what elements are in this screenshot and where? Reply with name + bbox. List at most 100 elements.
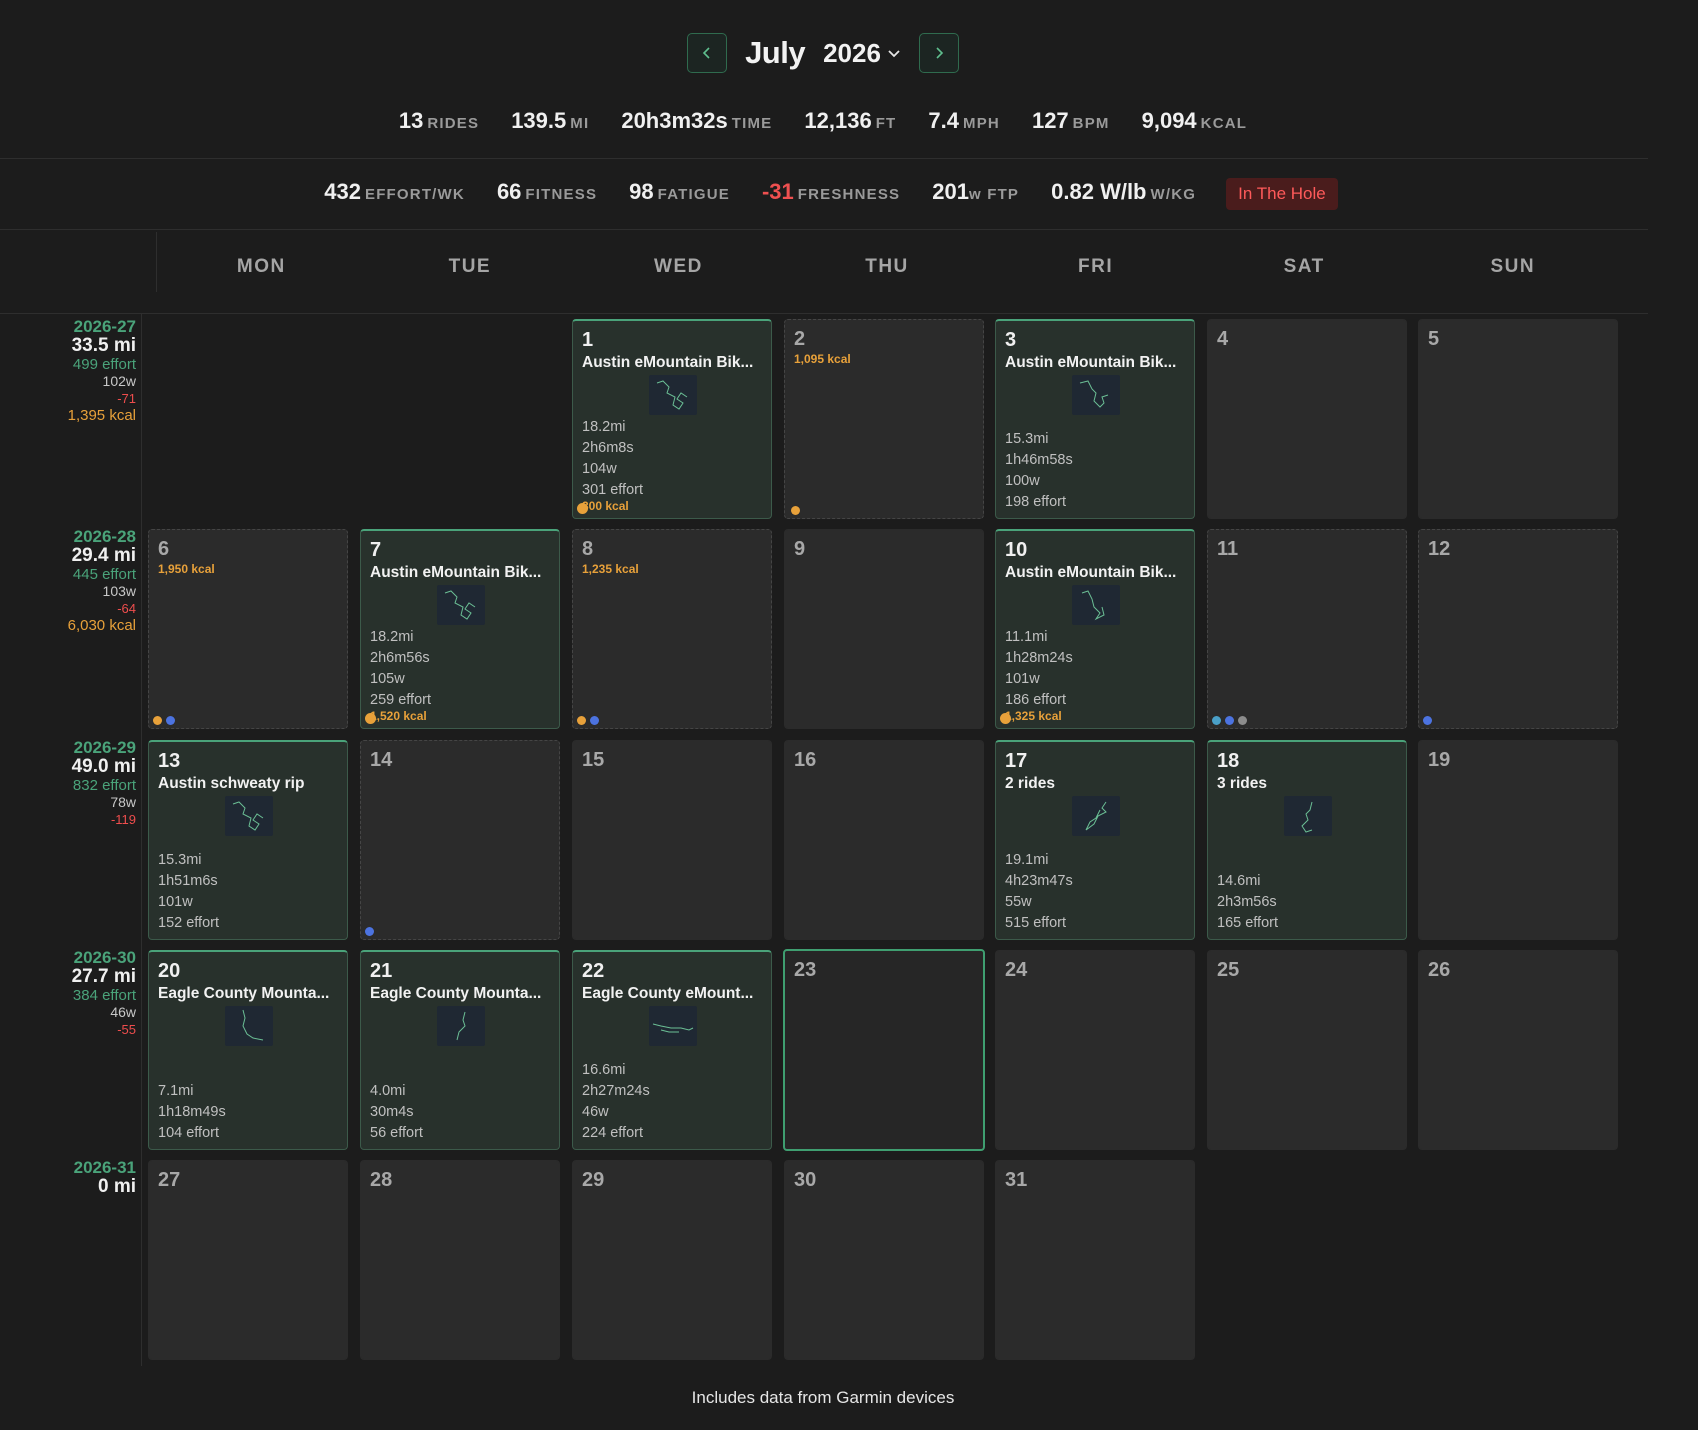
day-cell[interactable]: 5 xyxy=(1418,319,1618,519)
week-miles: 49.0 mi xyxy=(71,756,136,777)
activity-dot xyxy=(577,503,588,514)
day-cell[interactable]: 28 xyxy=(360,1160,560,1360)
activity-dot xyxy=(1212,716,1221,725)
activity-dot xyxy=(365,713,376,724)
week-summary[interactable]: 2026-28 29.4 mi 445 effort 103w -64 6,03… xyxy=(0,528,136,634)
day-number: 1 xyxy=(582,329,594,351)
week-freshness: -71 xyxy=(117,391,136,406)
ride-title: Austin schweaty rip xyxy=(158,775,305,792)
activity-dots xyxy=(1423,716,1432,725)
day-cell[interactable]: 15 xyxy=(572,740,772,940)
day-cell[interactable]: 18 3 rides 14.6mi 2h3m56s 165 effort xyxy=(1207,740,1407,940)
day-cell[interactable]: 31 xyxy=(995,1160,1195,1360)
day-cell[interactable]: 29 xyxy=(572,1160,772,1360)
day-cell[interactable]: 22 Eagle County eMount... 16.6mi 2h27m24s… xyxy=(572,950,772,1150)
stat-fitness: 66 FITNESS xyxy=(496,179,598,204)
chevron-right-icon xyxy=(936,47,944,59)
week-summary[interactable]: 2026-30 27.7 mi 384 effort 46w -55 xyxy=(0,949,136,1038)
day-number: 19 xyxy=(1428,749,1451,771)
weekday-sat: SAT xyxy=(1283,256,1325,277)
day-cell[interactable]: 17 2 rides 19.1mi 4h23m47s 55w 515 effort xyxy=(995,740,1195,940)
day-cell[interactable]: 10 Austin eMountain Bik... 11.1mi 1h28m24… xyxy=(995,529,1195,729)
week-effort: 499 effort xyxy=(72,356,136,373)
day-cell[interactable]: 7 Austin eMountain Bik... 18.2mi 2h6m56s 1… xyxy=(360,529,560,729)
day-cell[interactable]: 24 xyxy=(995,950,1195,1150)
day-cell[interactable]: 26 xyxy=(1418,950,1618,1150)
ride-stats: 4.0mi 30m4s 56 effort xyxy=(370,1083,423,1141)
day-number: 3 xyxy=(1005,329,1017,351)
day-cell[interactable]: 20 Eagle County Mounta... 7.1mi 1h18m49s 1… xyxy=(148,950,348,1150)
weekday-header: MON TUE WED THU FRI SAT SUN xyxy=(156,232,1617,292)
next-month-button[interactable] xyxy=(918,33,959,73)
activity-dot xyxy=(1225,716,1234,725)
day-cell[interactable]: 6 1,950 kcal xyxy=(148,529,348,729)
day-cell[interactable]: 3 Austin eMountain Bik... 15.3mi 1h46m58s… xyxy=(995,319,1195,519)
day-cell[interactable]: 19 xyxy=(1418,740,1618,940)
previous-month-button[interactable] xyxy=(687,33,728,73)
week-summary[interactable]: 2026-31 0 mi xyxy=(0,1159,136,1197)
week-summary[interactable]: 2026-29 49.0 mi 832 effort 78w -119 xyxy=(0,739,136,828)
monthly-stats: 13 RIDES 139.5 MI 20h3m32s TIME 12,136 FT 7.… xyxy=(0,108,1646,134)
stat-fatigue: 98 FATIGUE xyxy=(629,179,730,204)
day-cell[interactable]: 12 xyxy=(1418,529,1618,729)
stat-speed: 7.4 MPH xyxy=(928,108,1000,133)
day-cell-today[interactable]: 23 xyxy=(783,949,985,1151)
week-miles: 29.4 mi xyxy=(71,545,136,566)
week-freshness: -64 xyxy=(117,601,136,616)
day-cell[interactable]: 1 Austin eMountain Bik... 18.2mi 2h6m8s 10… xyxy=(572,319,772,519)
activity-dots xyxy=(577,716,599,725)
day-number: 8 xyxy=(582,538,594,560)
stat-effort-week: 432 EFFORT/WK xyxy=(324,179,465,204)
day-cell[interactable]: 2 1,095 kcal xyxy=(784,319,984,519)
ride-title: Austin eMountain Bik... xyxy=(1005,564,1177,581)
ride-stats: 11.1mi 1h28m24s 101w 186 effort xyxy=(1005,629,1073,708)
day-number: 23 xyxy=(794,959,817,981)
week-miles: 0 mi xyxy=(97,1176,136,1197)
day-cell[interactable]: 8 1,235 kcal xyxy=(572,529,772,729)
route-map-thumbnail xyxy=(437,585,485,625)
route-map-thumbnail xyxy=(1284,796,1332,836)
stat-distance: 139.5 MI xyxy=(511,108,590,133)
ride-stats: 15.3mi 1h51m6s 101w 152 effort xyxy=(158,852,220,931)
activity-dots xyxy=(153,716,175,725)
stat-wkg: 0.82 W/lb W/KG xyxy=(1051,179,1197,204)
day-number: 31 xyxy=(1005,1169,1028,1191)
week-id: 2026-29 xyxy=(73,738,136,757)
activity-dots xyxy=(1000,713,1011,724)
route-map-thumbnail xyxy=(1072,375,1120,415)
ride-title: Austin eMountain Bik... xyxy=(1005,354,1177,371)
kcal-label: 1,520 kcal xyxy=(370,709,427,723)
week-miles: 33.5 mi xyxy=(71,335,136,356)
kcal-label: 300 kcal xyxy=(582,499,629,513)
activity-dots xyxy=(1212,716,1247,725)
day-number: 4 xyxy=(1217,328,1229,350)
day-cell[interactable]: 9 xyxy=(784,529,984,729)
day-cell[interactable]: 25 xyxy=(1207,950,1407,1150)
week-watts: 46w xyxy=(110,1004,136,1020)
year-dropdown[interactable]: 2026 xyxy=(823,38,901,69)
day-cell[interactable]: 13 Austin schweaty rip 15.3mi 1h51m6s 101w… xyxy=(148,740,348,940)
weekday-fri: FRI xyxy=(1078,256,1114,277)
day-cell[interactable]: 21 Eagle County Mounta... 4.0mi 30m4s 56 e… xyxy=(360,950,560,1150)
day-number: 6 xyxy=(158,538,170,560)
week-kcal: 1,395 kcal xyxy=(67,407,136,424)
day-cell[interactable]: 4 xyxy=(1207,319,1407,519)
ride-stats: 18.2mi 2h6m56s 105w 259 effort xyxy=(370,629,432,708)
year-label: 2026 xyxy=(823,37,881,68)
week-id: 2026-30 xyxy=(73,948,136,967)
stat-time: 20h3m32s TIME xyxy=(621,108,773,133)
day-number: 2 xyxy=(794,328,806,350)
week-summary[interactable]: 2026-27 33.5 mi 499 effort 102w -71 1,39… xyxy=(0,318,136,424)
route-map-thumbnail xyxy=(1072,796,1120,836)
day-cell[interactable]: 16 xyxy=(784,740,984,940)
day-cell[interactable]: 14 xyxy=(360,740,560,940)
weekday-tue: TUE xyxy=(448,256,492,277)
day-cell[interactable]: 30 xyxy=(784,1160,984,1360)
day-number: 27 xyxy=(158,1169,181,1191)
day-cell[interactable]: 27 xyxy=(148,1160,348,1360)
activity-dots xyxy=(365,927,374,936)
day-number: 24 xyxy=(1005,959,1028,981)
week-freshness: -119 xyxy=(110,812,136,827)
day-number: 12 xyxy=(1428,538,1451,560)
day-cell[interactable]: 11 xyxy=(1207,529,1407,729)
